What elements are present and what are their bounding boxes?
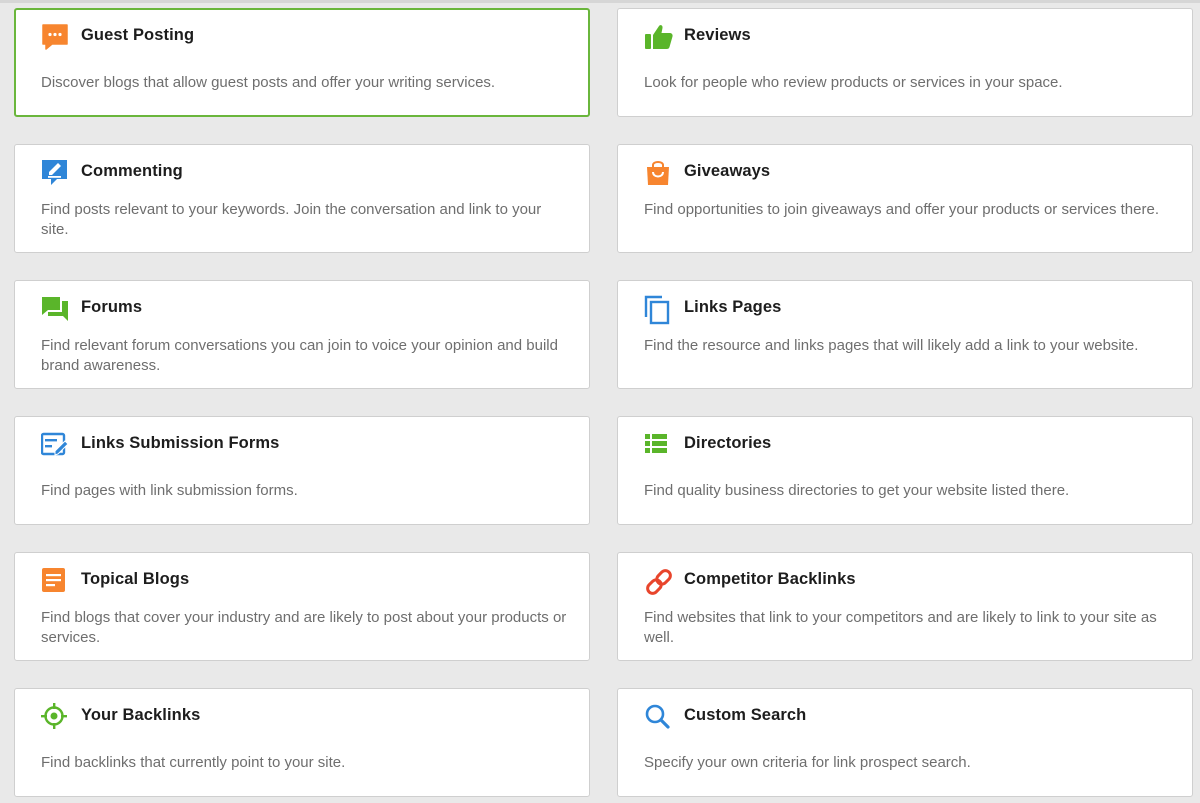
card-title: Directories	[684, 434, 772, 452]
card-description: Look for people who review products or s…	[644, 74, 1063, 91]
card-title: Reviews	[684, 26, 751, 44]
card-description: Find posts relevant to your keywords. Jo…	[41, 201, 542, 238]
forum-icon	[41, 295, 69, 323]
copy-pages-icon	[644, 295, 672, 325]
card-description: Discover blogs that allow guest posts an…	[41, 74, 496, 91]
card-title: Commenting	[81, 162, 183, 180]
thumbs-up-icon	[644, 23, 673, 51]
card-description: Find relevant forum conversations you ca…	[41, 337, 558, 374]
card-links-pages[interactable]: Links Pages Find the resource and links …	[617, 280, 1193, 389]
chain-link-icon	[644, 567, 672, 595]
card-description: Find opportunities to join giveaways and…	[644, 201, 1159, 218]
card-description: Find the resource and links pages that w…	[644, 337, 1139, 354]
card-description: Specify your own criteria for link prosp…	[644, 754, 971, 771]
card-commenting[interactable]: Commenting Find posts relevant to your k…	[14, 144, 590, 253]
card-title: Competitor Backlinks	[684, 570, 856, 588]
card-title: Your Backlinks	[81, 706, 201, 724]
card-description: Find backlinks that currently point to y…	[41, 754, 346, 771]
card-title: Links Submission Forms	[81, 434, 280, 452]
comment-edit-icon	[41, 159, 69, 187]
card-title: Links Pages	[684, 298, 782, 316]
form-edit-icon	[40, 431, 69, 459]
crosshair-icon	[41, 703, 69, 731]
top-divider	[0, 0, 1200, 3]
card-title: Giveaways	[684, 162, 771, 180]
card-title: Topical Blogs	[81, 570, 190, 588]
card-title: Forums	[81, 298, 143, 316]
card-reviews[interactable]: Reviews Look for people who review produ…	[617, 8, 1193, 117]
card-title: Guest Posting	[81, 26, 195, 44]
card-custom-search[interactable]: Custom Search Specify your own criteria …	[617, 688, 1193, 797]
card-your-backlinks[interactable]: Your Backlinks Find backlinks that curre…	[14, 688, 590, 797]
document-icon	[41, 567, 69, 595]
shopping-bag-icon	[644, 159, 672, 187]
chat-bubble-icon	[41, 23, 69, 51]
search-icon	[644, 703, 672, 731]
card-competitor-backlinks[interactable]: Competitor Backlinks Find websites that …	[617, 552, 1193, 661]
card-directories[interactable]: Directories Find quality business direct…	[617, 416, 1193, 525]
card-title: Custom Search	[684, 706, 807, 724]
card-giveaways[interactable]: Giveaways Find opportunities to join giv…	[617, 144, 1193, 253]
card-forums[interactable]: Forums Find relevant forum conversations…	[14, 280, 590, 389]
card-links-submission-forms[interactable]: Links Submission Forms Find pages with l…	[14, 416, 590, 525]
card-description: Find quality business directories to get…	[644, 482, 1070, 499]
card-guest-posting[interactable]: Guest Posting Discover blogs that allow …	[14, 8, 590, 117]
list-icon	[644, 431, 672, 459]
card-description: Find blogs that cover your industry and …	[41, 609, 567, 646]
card-topical-blogs[interactable]: Topical Blogs Find blogs that cover your…	[14, 552, 590, 661]
card-description: Find websites that link to your competit…	[644, 609, 1157, 646]
card-description: Find pages with link submission forms.	[41, 482, 298, 499]
